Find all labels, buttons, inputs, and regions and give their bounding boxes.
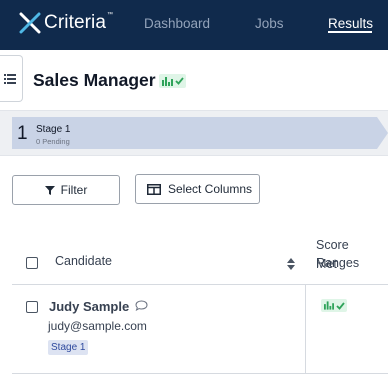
candidate-name[interactable]: Judy Sample (49, 299, 129, 314)
check-icon (174, 77, 184, 85)
select-all-checkbox[interactable] (26, 257, 38, 269)
logo-text: Criteria (44, 12, 107, 33)
criteria-logo-icon (19, 12, 41, 34)
nav-dashboard[interactable]: Dashboard (144, 16, 210, 31)
select-columns-label: Select Columns (168, 182, 253, 196)
filter-button[interactable]: Filter (12, 175, 120, 205)
stage-number: 1 (17, 123, 28, 144)
header-divider (12, 284, 388, 285)
filter-funnel-icon (44, 185, 55, 195)
hamburger-icon (4, 73, 16, 84)
sort-icon[interactable] (287, 258, 295, 270)
menu-toggle-button[interactable] (0, 55, 23, 102)
check-icon (335, 301, 345, 310)
columns-icon (147, 183, 161, 195)
column-header-met: Met (316, 257, 337, 271)
column-divider (305, 284, 306, 374)
candidate-stage-badge: Stage 1 (48, 340, 89, 355)
nav-results[interactable]: Results (328, 16, 373, 31)
stage-name: Stage 1 (36, 124, 71, 135)
score-status-badge (159, 74, 186, 88)
select-columns-button[interactable]: Select Columns (135, 174, 260, 204)
score-bar-chart-icon (161, 76, 173, 86)
nav-active-underline (328, 31, 372, 33)
stage-pending-count: 0 Pending (36, 137, 70, 146)
column-header-candidate[interactable]: Candidate (55, 252, 112, 270)
row-divider (12, 373, 388, 374)
criteria-logo[interactable]: Criteria ™ (19, 11, 113, 35)
nav-jobs[interactable]: Jobs (255, 16, 284, 31)
page-title: Sales Manager (33, 70, 156, 90)
top-nav: Criteria ™ Dashboard Jobs Results (0, 0, 388, 50)
filter-button-label: Filter (60, 183, 88, 197)
comment-icon[interactable] (135, 300, 148, 311)
row-checkbox[interactable] (26, 301, 38, 313)
score-ranges-met-badge (321, 299, 347, 312)
score-bar-chart-icon (323, 301, 334, 310)
candidate-email: judy@sample.com (48, 319, 147, 333)
logo-trademark: ™ (107, 12, 114, 18)
